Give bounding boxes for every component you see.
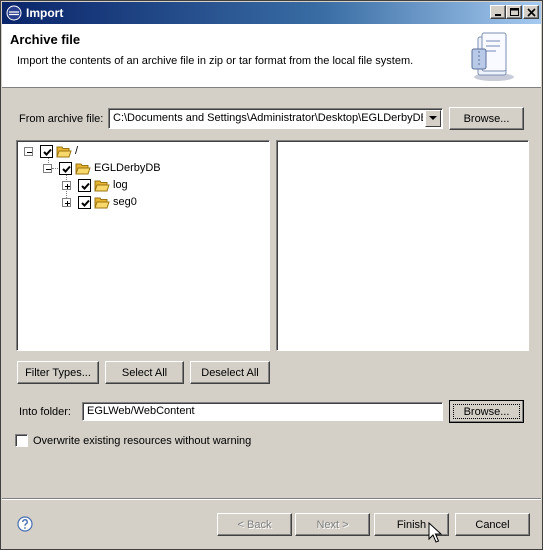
import-dialog: Import Archive file Import the contents … (0, 0, 543, 550)
tree-checkbox[interactable] (78, 196, 91, 209)
maximize-icon (510, 8, 519, 16)
minimize-button[interactable] (490, 5, 506, 19)
open-folder-icon (56, 146, 72, 158)
tree-checkbox[interactable] (78, 179, 91, 192)
page-description: Import the contents of an archive file i… (17, 55, 414, 67)
maximize-button[interactable] (506, 5, 522, 19)
overwrite-checkbox[interactable] (15, 434, 28, 447)
help-icon[interactable] (17, 516, 33, 532)
tree-item-egldeRbydb[interactable]: EGLDerbyDB (17, 161, 257, 177)
archive-import-icon (471, 32, 514, 81)
footer-separator (2, 498, 541, 500)
select-all-button[interactable]: Select All (105, 361, 184, 384)
archive-path-value: C:\Documents and Settings\Administrator\… (113, 112, 423, 124)
tree-expander[interactable] (62, 198, 71, 207)
combo-dropdown-button[interactable] (425, 110, 441, 127)
open-folder-icon (75, 163, 91, 175)
folder-browse-button[interactable]: Browse... (449, 400, 524, 423)
tree-item-seg0[interactable]: seg0 (17, 195, 257, 211)
eclipse-app-icon (6, 5, 22, 21)
plus-icon (65, 201, 70, 206)
open-folder-icon (94, 197, 110, 209)
into-folder-value: EGLWeb/WebContent (87, 405, 195, 417)
cancel-button[interactable]: Cancel (455, 513, 530, 536)
file-list[interactable] (276, 140, 529, 351)
back-button[interactable]: < Back (217, 513, 292, 536)
archive-browse-button[interactable]: Browse... (449, 107, 524, 130)
close-button[interactable] (523, 5, 539, 19)
tree-checkbox[interactable] (59, 162, 72, 175)
page-title: Archive file (10, 32, 81, 47)
archive-path-combo[interactable]: C:\Documents and Settings\Administrator\… (108, 108, 443, 129)
minimize-icon (495, 14, 501, 16)
window-title: Import (26, 6, 64, 20)
chevron-down-icon (429, 116, 437, 120)
minus-icon (46, 169, 51, 170)
tree-expander[interactable] (24, 147, 33, 156)
into-folder-label: Into folder: (19, 406, 71, 418)
tree-item-log[interactable]: log (17, 178, 257, 194)
tree-item-label: seg0 (113, 196, 137, 208)
next-button[interactable]: Next > (295, 513, 370, 536)
tree-expander[interactable] (43, 164, 52, 173)
tree-checkbox[interactable] (40, 145, 53, 158)
wizard-banner: Archive file Import the contents of an a… (2, 24, 541, 88)
filter-types-button[interactable]: Filter Types... (17, 361, 99, 384)
tree-item-label: EGLDerbyDB (94, 162, 161, 174)
checkmark-icon (62, 165, 71, 173)
tree-item-root[interactable]: / (17, 144, 257, 160)
title-bar[interactable]: Import (2, 2, 541, 24)
mouse-cursor-icon (428, 522, 442, 543)
archive-tree[interactable]: / EGLDerbyDB log seg0 (16, 140, 270, 351)
deselect-all-button[interactable]: Deselect All (190, 361, 270, 384)
overwrite-label[interactable]: Overwrite existing resources without war… (33, 435, 251, 447)
plus-icon (65, 184, 70, 189)
checkmark-icon (81, 182, 90, 190)
tree-expander[interactable] (62, 181, 71, 190)
from-archive-label: From archive file: (19, 113, 104, 125)
into-folder-input[interactable]: EGLWeb/WebContent (82, 402, 443, 421)
minus-icon (27, 152, 32, 153)
tree-item-label: / (75, 145, 79, 157)
open-folder-icon (94, 180, 110, 192)
checkmark-icon (43, 148, 52, 156)
checkmark-icon (81, 199, 90, 207)
tree-item-label: log (113, 179, 128, 191)
close-icon (527, 8, 536, 17)
